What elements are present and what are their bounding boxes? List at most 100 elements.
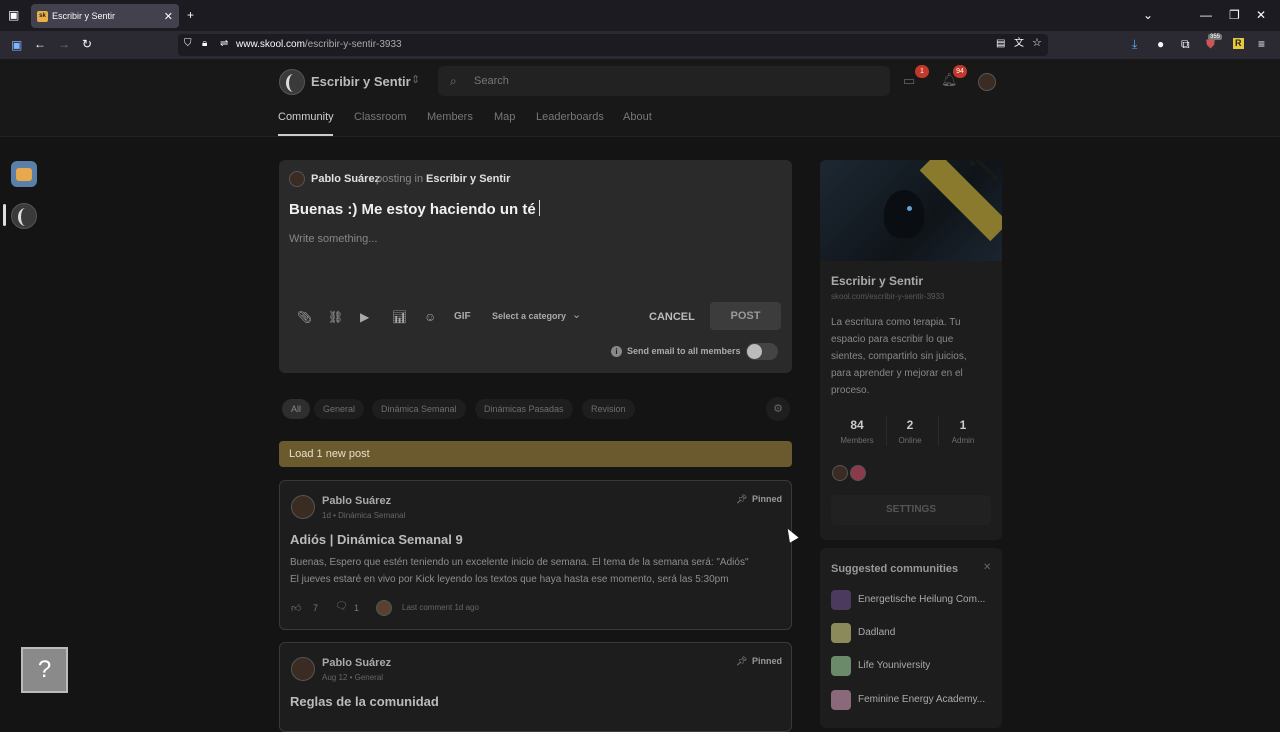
post-card[interactable]: Pablo Suárez 1d • Dinámica Semanal 📌︎ Pi… <box>279 480 792 630</box>
stat-online-label: Online <box>898 436 922 445</box>
close-tab-icon[interactable]: ✕ <box>164 10 173 23</box>
send-email-toggle[interactable] <box>746 343 778 360</box>
community-rail-item-cat[interactable] <box>11 161 37 187</box>
gif-button[interactable]: GIF <box>454 311 471 322</box>
user-avatar[interactable] <box>978 73 996 91</box>
post-card[interactable]: Pablo Suárez Aug 12 • General 📌︎ Pinned … <box>279 642 792 732</box>
post-title-value: Buenas :) Me estoy haciendo un té <box>289 201 536 218</box>
suggested-community[interactable]: Energetische Heilung Com... <box>858 594 985 605</box>
tab-leaderboards[interactable]: Leaderboards <box>536 111 604 123</box>
tab-about[interactable]: About <box>623 111 652 123</box>
comment-count: 1 <box>354 603 360 613</box>
powered-by-label: powered by sk <box>967 160 999 182</box>
close-suggested-icon[interactable]: ✕ <box>983 562 991 573</box>
description-line: para aprender y mejorar en el <box>831 368 963 379</box>
translate-icon[interactable]: 文 <box>1014 39 1024 49</box>
lock-icon[interactable]: 🔒︎ <box>202 39 207 49</box>
tab-map[interactable]: Map <box>494 111 515 123</box>
tab-classroom[interactable]: Classroom <box>354 111 407 123</box>
sidebar-community-name: Escribir y Sentir <box>831 274 924 288</box>
sidebar-community-url: skool.com/escribir-y-sentir-3933 <box>831 292 945 301</box>
browser-tab[interactable]: sk Escribir y Sentir ✕ <box>31 4 179 28</box>
filter-general[interactable]: General <box>314 399 365 419</box>
extensions-icon[interactable]: ⧉ <box>1181 38 1190 50</box>
r-extension-icon[interactable]: R <box>1233 38 1244 49</box>
suggested-community[interactable]: Life Youniversity <box>858 660 930 671</box>
community-name[interactable]: Escribir y Sentir <box>311 74 411 89</box>
tab-list-icon[interactable]: ▣ <box>8 9 19 21</box>
back-icon[interactable]: ← <box>34 38 46 50</box>
filter-all[interactable]: All <box>282 399 311 419</box>
suggested-community[interactable]: Dadland <box>858 627 895 638</box>
last-comment: Last comment 1d ago <box>402 603 479 612</box>
downloads-icon[interactable]: ⤓ <box>1132 38 1137 50</box>
tab-members[interactable]: Members <box>427 111 473 123</box>
description-line: La escritura como terapia. Tu <box>831 317 961 328</box>
bookmark-star-icon[interactable]: ☆ <box>1032 38 1042 49</box>
composer-group-name: Escribir y Sentir <box>426 173 511 185</box>
help-button[interactable]: ? <box>21 647 68 693</box>
poll-icon[interactable]: 📊︎ <box>392 310 407 324</box>
info-icon: i <box>611 346 622 357</box>
community-sidebar-card: powered by sk Escribir y Sentir skool.co… <box>820 160 1002 540</box>
maximize-icon[interactable]: ❐ <box>1229 9 1240 21</box>
video-icon[interactable]: ▶ <box>360 310 369 324</box>
settings-button[interactable]: SETTINGS <box>831 495 991 525</box>
suggested-community[interactable]: Feminine Energy Academy... <box>858 694 985 705</box>
switch-community-chevron-icon[interactable]: ⇕ <box>411 73 420 86</box>
post-author-avatar[interactable] <box>291 495 315 519</box>
post-button[interactable]: POST <box>710 302 781 330</box>
attachment-icon[interactable]: 📎︎ <box>297 310 312 324</box>
suggested-community-icon <box>831 690 851 710</box>
sidebar-toggle-icon[interactable]: ▣ <box>11 39 22 51</box>
permissions-icon[interactable]: ⇌ <box>220 39 228 49</box>
post-author-name[interactable]: Pablo Suárez <box>322 495 391 507</box>
window-close-icon[interactable]: ✕ <box>1256 9 1266 21</box>
post-body-line: Buenas, Espero que estén teniendo un exc… <box>290 557 749 568</box>
suggested-community-icon <box>831 623 851 643</box>
chat-icon[interactable]: ▭ <box>903 73 915 89</box>
post-body-input[interactable]: Write something... <box>289 233 377 245</box>
stat-admin-count: 1 <box>959 418 967 432</box>
description-line: proceso. <box>831 385 870 396</box>
minimize-icon[interactable]: — <box>1200 9 1212 21</box>
community-banner: powered by sk <box>820 160 1002 261</box>
search-input[interactable]: ⌕ Search <box>438 66 890 96</box>
cancel-button[interactable]: CANCEL <box>649 311 695 323</box>
suggested-communities-card: Suggested communities ✕ Energetische Hei… <box>820 548 1002 728</box>
shield-icon[interactable]: ⛉ <box>184 39 192 49</box>
suggested-community-icon <box>831 656 851 676</box>
tab-community[interactable]: Community <box>278 111 334 123</box>
filter-dinamicas-pasadas[interactable]: Dinámicas Pasadas <box>475 399 573 419</box>
member-avatar[interactable] <box>832 465 848 481</box>
post-author-avatar[interactable] <box>291 657 315 681</box>
url-bar[interactable]: ⛉ 🔒︎ ⇌ www.skool.com/escribir-y-sentir-3… <box>178 34 1048 56</box>
comment-icon[interactable]: 🗨︎ <box>335 601 348 612</box>
post-title[interactable]: Reglas de la comunidad <box>290 694 439 709</box>
tab-overflow-chevron-icon[interactable]: ⌄ <box>1143 9 1153 21</box>
filter-dinamica-semanal[interactable]: Dinámica Semanal <box>372 399 466 419</box>
filter-settings-icon[interactable]: ⚙ <box>766 397 790 421</box>
post-title-input[interactable]: Buenas :) Me estoy haciendo un té <box>289 200 540 218</box>
pinned-label: Pinned <box>752 656 783 666</box>
menu-icon[interactable]: ≡ <box>1258 38 1265 50</box>
community-logo[interactable] <box>279 69 305 95</box>
reload-icon[interactable]: ↻ <box>82 38 92 50</box>
filter-revision[interactable]: Revision <box>582 399 635 419</box>
community-rail-item-escribir[interactable] <box>11 203 37 229</box>
link-icon[interactable]: ⛓ <box>328 310 343 324</box>
post-meta: 1d • Dinámica Semanal <box>322 511 406 520</box>
new-tab-icon[interactable]: + <box>187 9 194 21</box>
member-avatar[interactable] <box>850 465 866 481</box>
reader-view-icon[interactable]: ▤ <box>996 39 1005 49</box>
url-path: /escribir-y-sentir-3933 <box>304 39 402 50</box>
post-title[interactable]: Adiós | Dinámica Semanal 9 <box>290 532 463 547</box>
account-icon[interactable]: ● <box>1157 38 1164 50</box>
like-icon[interactable]: 👍︎ <box>291 602 301 614</box>
send-email-label: Send email to all members <box>627 346 741 356</box>
forward-icon[interactable]: → <box>58 38 70 50</box>
category-select[interactable]: Select a category <box>492 311 566 321</box>
emoji-icon[interactable]: ☺ <box>424 310 436 324</box>
load-new-post-banner[interactable]: Load 1 new post <box>279 441 792 467</box>
post-author-name[interactable]: Pablo Suárez <box>322 657 391 669</box>
